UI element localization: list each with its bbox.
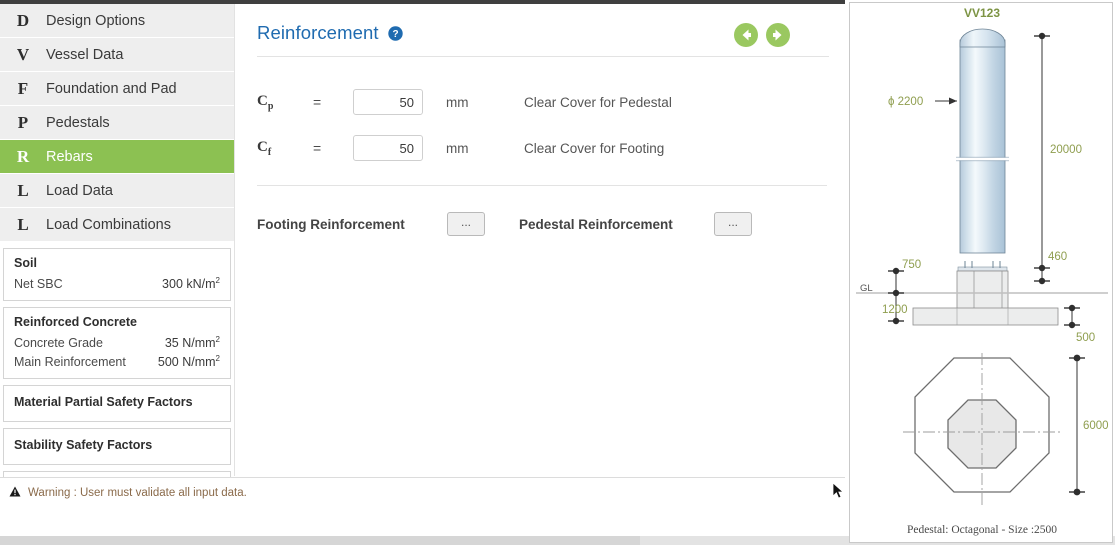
sidebar-item-key: R <box>16 146 30 166</box>
ground-level-label: GL <box>860 283 873 294</box>
bottom-status-bar-fill <box>0 536 640 545</box>
clear-cover-pedestal-description: Clear Cover for Pedestal <box>524 94 672 110</box>
sidebar-nav-list: D Design Options V Vessel Data F Foundat… <box>0 4 234 242</box>
concrete-grade-label: Concrete Grade <box>14 336 103 351</box>
clear-cover-footing-description: Clear Cover for Footing <box>524 140 665 156</box>
main-header: Reinforcement ? <box>257 22 829 57</box>
footing-reinforcement-button[interactable]: ... <box>447 212 485 236</box>
sidebar-item-key: F <box>17 78 29 98</box>
dimension-pedestal-total: 1200 <box>882 304 908 316</box>
clear-cover-pedestal-unit: mm <box>446 94 469 110</box>
help-circle-icon[interactable]: ? <box>387 25 403 41</box>
main-reinforcement-value: 500 N/mm2 <box>157 354 220 370</box>
pedestal-reinforcement-button[interactable]: ... <box>714 212 752 236</box>
sidebar-item-label: Design Options <box>46 12 146 29</box>
card-row-concrete-grade: Concrete Grade 35 N/mm2 <box>14 332 220 351</box>
sidebar-summary-cards: Soil Net SBC 300 kN/m2 Reinforced Concre… <box>0 248 234 506</box>
dimension-footing-thickness: 500 <box>1076 332 1095 344</box>
reinforcement-buttons-row: Footing Reinforcement ... Pedestal Reinf… <box>257 212 823 236</box>
clear-cover-footing-input[interactable] <box>353 135 423 161</box>
sidebar-item-label: Foundation and Pad <box>46 80 177 97</box>
sidebar-item-vessel-data[interactable]: V Vessel Data <box>0 38 234 72</box>
vessel-diameter-label: ϕ 2200 <box>888 96 923 108</box>
page-navigation-arrows <box>733 22 791 48</box>
application-window: D Design Options V Vessel Data F Foundat… <box>0 0 1115 545</box>
sidebar: D Design Options V Vessel Data F Foundat… <box>0 4 234 506</box>
drawing-caption: Pedestal: Octagonal - Size :2500 <box>906 524 1058 536</box>
equals-sign: = <box>313 94 322 110</box>
dimension-footing-width: 6000 <box>1083 420 1109 432</box>
form-divider <box>257 185 827 186</box>
card-stability-safety-factors[interactable]: Stability Safety Factors <box>3 428 231 466</box>
concrete-grade-value: 35 N/mm2 <box>164 335 220 351</box>
card-material-partial-safety-factors-title: Material Partial Safety Factors <box>14 395 193 410</box>
svg-text:?: ? <box>392 29 398 40</box>
page-title: Reinforcement <box>257 22 379 43</box>
dimension-pedestal-above-gl: 750 <box>902 259 921 271</box>
card-soil-net-sbc-value: 300 kN/m2 <box>162 276 220 292</box>
sidebar-item-design-options[interactable]: D Design Options <box>0 4 234 38</box>
sidebar-item-label: Load Data <box>46 182 113 199</box>
card-stability-safety-factors-title: Stability Safety Factors <box>14 438 153 453</box>
sidebar-item-label: Vessel Data <box>46 46 124 63</box>
clear-cover-footing-symbol: Cf <box>257 138 272 158</box>
next-page-arrow[interactable] <box>765 22 791 48</box>
footing-reinforcement-label: Footing Reinforcement <box>257 216 405 232</box>
sidebar-item-key: D <box>16 10 30 30</box>
sidebar-item-foundation-and-pad[interactable]: F Foundation and Pad <box>0 72 234 106</box>
warning-triangle-icon <box>6 484 24 502</box>
card-reinforced-concrete[interactable]: Reinforced Concrete Concrete Grade 35 N/… <box>3 307 231 380</box>
equals-sign: = <box>313 140 322 156</box>
warning-message: Warning : User must validate all input d… <box>28 486 247 499</box>
warning-bar: Warning : User must validate all input d… <box>0 477 845 507</box>
field-row-clear-cover-pedestal: Cp = mm Clear Cover for Pedestal <box>257 79 823 125</box>
sidebar-item-load-data[interactable]: L Load Data <box>0 174 234 208</box>
sidebar-item-key: L <box>17 180 29 200</box>
pedestal-reinforcement-label: Pedestal Reinforcement <box>519 216 673 232</box>
sidebar-item-key: P <box>17 112 29 132</box>
card-material-partial-safety-factors[interactable]: Material Partial Safety Factors <box>3 385 231 423</box>
clear-cover-pedestal-symbol: Cp <box>257 92 274 112</box>
sidebar-item-label: Load Combinations <box>46 216 171 233</box>
card-soil-net-sbc-label: Net SBC <box>14 277 63 292</box>
main-content-panel: Reinforcement ? Cp = 50 mm Clear Cover f… <box>234 4 845 476</box>
dimension-skirt-to-pedestal: 460 <box>1048 251 1067 263</box>
sidebar-item-rebars[interactable]: R Rebars <box>0 140 234 174</box>
sidebar-item-load-combinations[interactable]: L Load Combinations <box>0 208 234 242</box>
mouse-cursor-pointer <box>832 482 846 500</box>
prev-page-arrow[interactable] <box>733 22 759 48</box>
card-soil[interactable]: Soil Net SBC 300 kN/m2 <box>3 248 231 302</box>
main-reinforcement-label: Main Reinforcement <box>14 355 126 370</box>
sidebar-item-key: L <box>17 214 29 234</box>
clear-cover-pedestal-input[interactable] <box>353 89 423 115</box>
sidebar-item-pedestals[interactable]: P Pedestals <box>0 106 234 140</box>
drawing-preview-panel[interactable]: VV123 GL ϕ 2200 20000 460 500 750 1200 6… <box>849 2 1113 543</box>
card-soil-title: Soil <box>14 256 37 270</box>
foundation-drawing: VV123 GL ϕ 2200 20000 460 500 750 1200 6… <box>856 6 1109 507</box>
field-row-clear-cover-footing: Cf = mm Clear Cover for Footing <box>257 125 823 171</box>
sidebar-item-label: Rebars <box>46 148 93 165</box>
card-reinforced-concrete-title: Reinforced Concrete <box>14 315 137 330</box>
card-soil-row-net-sbc: Net SBC 300 kN/m2 <box>14 273 220 292</box>
sidebar-item-key: V <box>16 44 30 64</box>
card-row-main-reinforcement: Main Reinforcement 500 N/mm2 <box>14 351 220 370</box>
dimension-vessel-height: 20000 <box>1050 144 1082 156</box>
vessel-tag-label: VV123 <box>964 6 1000 20</box>
sidebar-item-label: Pedestals <box>46 114 110 131</box>
reinforcement-form: Cp = mm Clear Cover for Pedestal Cf = mm… <box>257 79 823 171</box>
clear-cover-footing-unit: mm <box>446 140 469 156</box>
